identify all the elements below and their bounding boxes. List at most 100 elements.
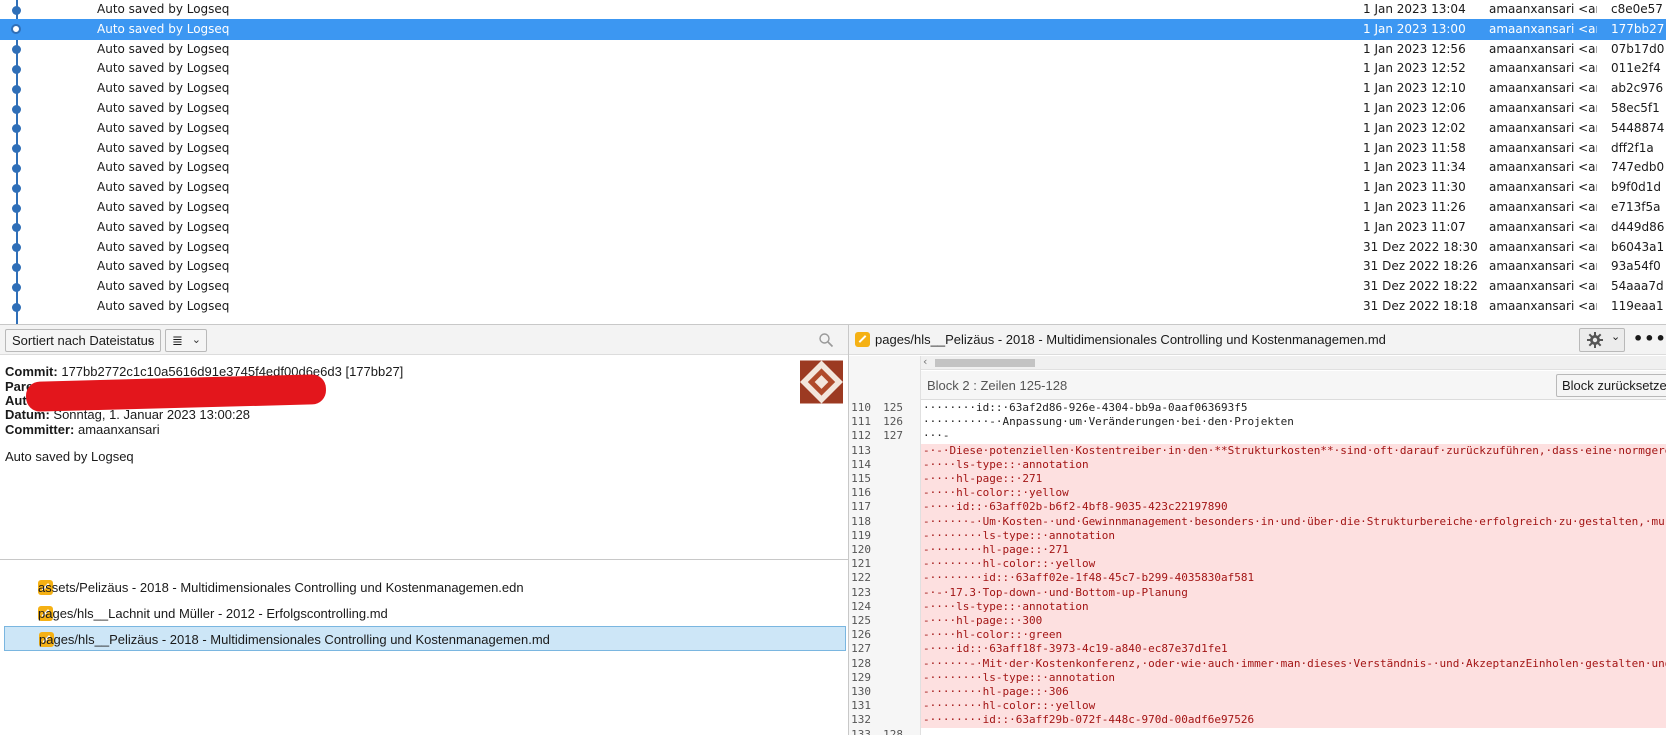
more-icon[interactable]: ••• <box>1633 328 1666 352</box>
chevron-left-icon[interactable]: ‹ <box>923 355 927 368</box>
commit-message: Auto saved by Logseq <box>97 259 230 274</box>
diff-line-text: -········ls-type::·annotation <box>921 528 1666 543</box>
scrollbar-thumb[interactable] <box>935 359 1035 367</box>
file-path: assets/Pelizäus - 2018 - Multidimensiona… <box>38 580 524 595</box>
commit-node <box>12 262 21 272</box>
new-line-number: 125 <box>883 401 903 414</box>
commit-node <box>12 223 21 233</box>
commit-log[interactable]: Auto saved by Logseq 1 Jan 2023 13:04 amaa… <box>0 0 1666 325</box>
commit-date: 1 Jan 2023 12:52 <box>1363 61 1466 76</box>
commit-hash: 747edb0 <box>1611 160 1665 175</box>
old-line-number: 133 <box>851 727 871 735</box>
file-list-item[interactable]: assets/Pelizäus - 2018 - Multidimensiona… <box>4 575 846 600</box>
commit-message: Auto saved by Logseq <box>97 81 230 96</box>
commit-author: amaanxansari <ama <box>1489 140 1597 155</box>
commit-row[interactable]: Auto saved by Logseq 31 Dez 2022 18:22 ama… <box>0 276 1666 297</box>
old-line-number: 119 <box>851 528 871 542</box>
diff-line-text: -····id::·63aff02b-b6f2-4bf8-9035-423c22… <box>921 500 1666 515</box>
diff-block-bar: Block 2 : Zeilen 125-128 Block zurückset… <box>921 371 1666 400</box>
horizontal-scrollbar[interactable]: ‹ <box>921 355 1666 370</box>
commit-row[interactable]: Auto saved by Logseq 31 Dez 2022 18:30 ama… <box>0 237 1666 258</box>
old-line-number: 115 <box>851 472 871 485</box>
diff-line: 133 128 <box>849 728 1666 735</box>
commit-message: Auto saved by Logseq <box>97 21 230 36</box>
gear-icon <box>1587 332 1603 348</box>
commit-date: 1 Jan 2023 12:10 <box>1363 81 1466 96</box>
commit-row[interactable]: Auto saved by Logseq 31 Dez 2022 18:18 ama… <box>0 296 1666 317</box>
commit-hash: dff2f1a <box>1611 140 1654 155</box>
commit-author: amaanxansari <ama <box>1489 259 1597 274</box>
diff-line-text: -········hl-color::·yellow <box>921 557 1666 572</box>
commit-message: Auto saved by Logseq <box>5 449 134 464</box>
changed-files-list: assets/Pelizäus - 2018 - Multidimensiona… <box>0 561 848 735</box>
commit-message: Auto saved by Logseq <box>97 61 230 76</box>
diff-line-text: -····ls-type::·annotation <box>921 599 1666 614</box>
commit-row[interactable]: Auto saved by Logseq 1 Jan 2023 12:06 amaa… <box>0 98 1666 119</box>
old-line-number: 127 <box>851 642 871 656</box>
commit-message: Auto saved by Logseq <box>97 120 230 135</box>
diff-line-removed: 114 -····ls-type::·annotation <box>849 457 1666 472</box>
commit-row[interactable]: Auto saved by Logseq 1 Jan 2023 11:58 amaa… <box>0 138 1666 159</box>
commit-label: Commit: <box>5 364 58 379</box>
commit-message: Auto saved by Logseq <box>97 299 230 313</box>
commit-row[interactable]: Auto saved by Logseq 1 Jan 2023 11:26 amaa… <box>0 197 1666 218</box>
diff-line-removed: 129 -········ls-type::·annotation <box>849 670 1666 685</box>
commit-hash: 119eaa1 <box>1611 299 1664 313</box>
commit-row[interactable]: Auto saved by Logseq 1 Jan 2023 11:30 amaa… <box>0 177 1666 198</box>
diff-line-text: -·-·17.3·Top-down-·und·Bottom-up-Planung <box>921 585 1666 600</box>
commit-hash: ab2c976 <box>1611 81 1664 96</box>
old-line-number: 112 <box>851 429 871 443</box>
chevron-down-icon: ⌄ <box>191 334 201 346</box>
commit-node <box>12 144 21 154</box>
diff-line-removed: 131 -········hl-color::·yellow <box>849 699 1666 714</box>
commit-node <box>12 163 21 173</box>
old-line-number: 131 <box>851 699 871 713</box>
commit-author: amaanxansari <ama <box>1489 120 1597 135</box>
file-list-item[interactable]: pages/hls__Pelizäus - 2018 - Multidimens… <box>4 626 846 651</box>
sort-dropdown[interactable]: Sortiert nach Dateistatus ⌄ <box>5 329 161 352</box>
diff-header: pages/hls__Pelizäus - 2018 - Multidimens… <box>849 325 1666 355</box>
commit-hash: 58ec5f1 <box>1611 101 1660 115</box>
commit-node <box>12 282 21 292</box>
diff-line-removed: 120 -········hl-page::·271 <box>849 543 1666 558</box>
commit-author: amaanxansari <ama <box>1489 299 1597 313</box>
commit-row[interactable]: Auto saved by Logseq 1 Jan 2023 12:10 amaa… <box>0 78 1666 99</box>
reset-block-button[interactable]: Block zurücksetzen <box>1556 374 1666 397</box>
list-view-icon: ≣ <box>172 333 183 348</box>
diff-line-removed: 126 -····hl-color::·green <box>849 628 1666 643</box>
commit-date: 1 Jan 2023 13:04 <box>1363 2 1466 16</box>
diff-line: 111 126 ··········-·Anpassung·um·Veränderu… <box>849 415 1666 429</box>
commit-row[interactable]: Auto saved by Logseq 1 Jan 2023 12:56 amaa… <box>0 39 1666 60</box>
commit-hash: 5448874 <box>1611 120 1665 135</box>
commit-row[interactable]: Auto saved by Logseq 1 Jan 2023 12:02 amaa… <box>0 118 1666 139</box>
commit-hash: 93a54f0 <box>1611 259 1661 274</box>
file-path: pages/hls__Pelizäus - 2018 - Multidimens… <box>39 632 550 647</box>
file-list-item[interactable]: pages/hls__Lachnit und Müller - 2012 - E… <box>4 601 846 626</box>
search-icon[interactable] <box>818 332 834 348</box>
commit-date: 1 Jan 2023 12:56 <box>1363 41 1466 56</box>
diff-body[interactable]: 110 125 ········id::·63af2d86-926e-4304-bb… <box>849 400 1666 735</box>
commit-row[interactable]: Auto saved by Logseq 1 Jan 2023 11:34 amaa… <box>0 157 1666 178</box>
chevron-down-icon: ⌄ <box>1611 330 1621 343</box>
commit-node <box>12 45 21 55</box>
commit-hash: d449d86 <box>1611 219 1665 234</box>
old-line-number: 114 <box>851 457 871 471</box>
commit-date: 1 Jan 2023 11:30 <box>1363 180 1466 195</box>
gear-button[interactable]: ⌄ <box>1579 328 1625 352</box>
view-mode-dropdown[interactable]: ≣ ⌄ <box>165 329 207 352</box>
commit-hash: c8e0e57 <box>1611 2 1663 16</box>
commit-hash: 011e2f4 <box>1611 61 1661 76</box>
commit-row[interactable]: Auto saved by Logseq 31 Dez 2022 18:26 ama… <box>0 256 1666 277</box>
commit-row[interactable]: Auto saved by Logseq 1 Jan 2023 11:07 amaa… <box>0 217 1666 238</box>
commit-node <box>12 64 21 74</box>
commit-row[interactable]: Auto saved by Logseq 1 Jan 2023 13:04 amaa… <box>0 0 1666 20</box>
committer-value: amaanxansari <box>77 422 160 437</box>
commit-row[interactable]: Auto saved by Logseq 1 Jan 2023 13:00 amaa… <box>0 18 1666 40</box>
diff-line-text: -········ls-type::·annotation <box>921 670 1666 685</box>
commit-date: 1 Jan 2023 11:26 <box>1363 200 1466 214</box>
new-line-number: 128 <box>883 727 903 735</box>
old-line-number: 130 <box>851 685 871 698</box>
old-line-number: 120 <box>851 543 871 556</box>
diff-line-removed: 123 -·-·17.3·Top-down-·und·Bottom-up-Plan… <box>849 585 1666 600</box>
commit-row[interactable]: Auto saved by Logseq 1 Jan 2023 12:52 amaa… <box>0 58 1666 79</box>
